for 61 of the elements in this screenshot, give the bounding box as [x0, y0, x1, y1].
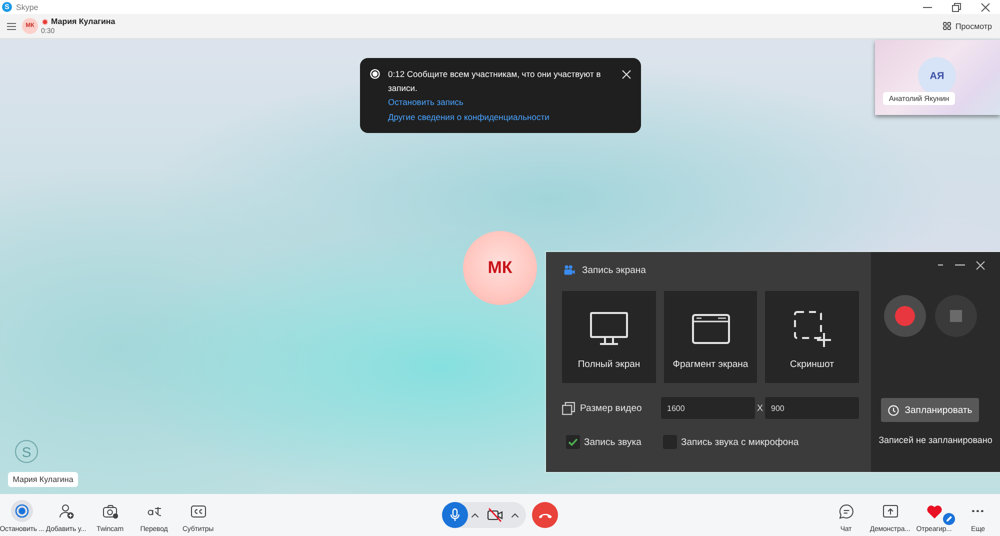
caret-icon — [511, 512, 519, 518]
stop-button[interactable] — [935, 295, 977, 337]
notification-link[interactable]: Остановить запись — [388, 95, 464, 110]
window-title: Skype — [16, 2, 38, 12]
recorder-title: Запись экрана — [582, 264, 646, 276]
close-icon — [976, 260, 984, 270]
screen-share-icon — [882, 504, 898, 518]
pencil-badge-icon — [943, 513, 955, 525]
checkbox[interactable] — [566, 435, 580, 449]
close-icon — [622, 70, 631, 79]
skype-watermark: S — [15, 440, 38, 463]
dash-icon — [938, 264, 942, 266]
height-field[interactable]: 900 — [765, 397, 859, 419]
capture-mode-button[interactable]: Скриншот — [765, 291, 859, 383]
close-button[interactable] — [622, 70, 631, 79]
clock-icon — [888, 404, 899, 416]
microphone-button[interactable] — [442, 502, 468, 528]
caret-icon — [471, 512, 479, 518]
notification-link[interactable]: Другие сведения о конфиденциальности — [388, 110, 550, 125]
stop-square-icon — [950, 310, 962, 322]
record-dot-icon — [895, 306, 915, 326]
add-person-icon — [58, 504, 74, 518]
end-call-button[interactable] — [532, 502, 558, 528]
notification-message: 0:12 Сообщите всем участникам, что они участвуют в записи. — [388, 68, 602, 95]
size-separator: X — [756, 403, 764, 413]
monitor-icon — [590, 312, 628, 346]
camera-off-icon — [487, 507, 503, 523]
grid-icon — [943, 22, 952, 30]
schedule-status: Записей не запланировано — [878, 435, 992, 445]
caller-name: Мария Кулагина — [51, 16, 116, 26]
microphone-icon — [448, 508, 462, 522]
record-button[interactable] — [884, 295, 926, 337]
video-size-label: Размер видео — [580, 402, 642, 414]
record-icon — [11, 500, 33, 522]
restore-icon — [952, 2, 961, 12]
dashed-selection-icon — [794, 310, 830, 348]
minimize-icon — [955, 264, 965, 266]
checkbox-label: Запись звука с микрофона — [681, 436, 799, 448]
more-icon — [972, 510, 984, 512]
checkbox-label: Запись звука — [584, 436, 642, 448]
participant-avatar: АЯ — [918, 57, 956, 95]
close-icon — [981, 2, 990, 12]
camera-icon — [102, 504, 118, 518]
chat-bubble-icon — [838, 504, 854, 518]
stacked-squares-icon — [562, 402, 575, 414]
menu-button[interactable] — [7, 22, 16, 30]
participant-avatar: МК — [463, 231, 537, 305]
schedule-button[interactable]: Запланировать — [881, 398, 979, 422]
capture-mode-button[interactable]: Полный экран — [562, 291, 656, 383]
window-icon — [692, 314, 730, 344]
menu-icon — [7, 22, 16, 30]
video-camera-icon — [564, 265, 575, 275]
width-field[interactable]: 1600 — [661, 397, 755, 419]
captions-icon — [190, 504, 206, 518]
capture-mode-button[interactable]: Фрагмент экрана — [664, 291, 757, 383]
heart-icon — [926, 504, 942, 518]
record-icon — [370, 69, 380, 79]
close-button[interactable] — [973, 260, 987, 270]
check-icon — [568, 438, 578, 446]
participant-name-tag: Мария Кулагина — [8, 472, 78, 487]
view-button[interactable]: Просмотр — [943, 22, 992, 30]
